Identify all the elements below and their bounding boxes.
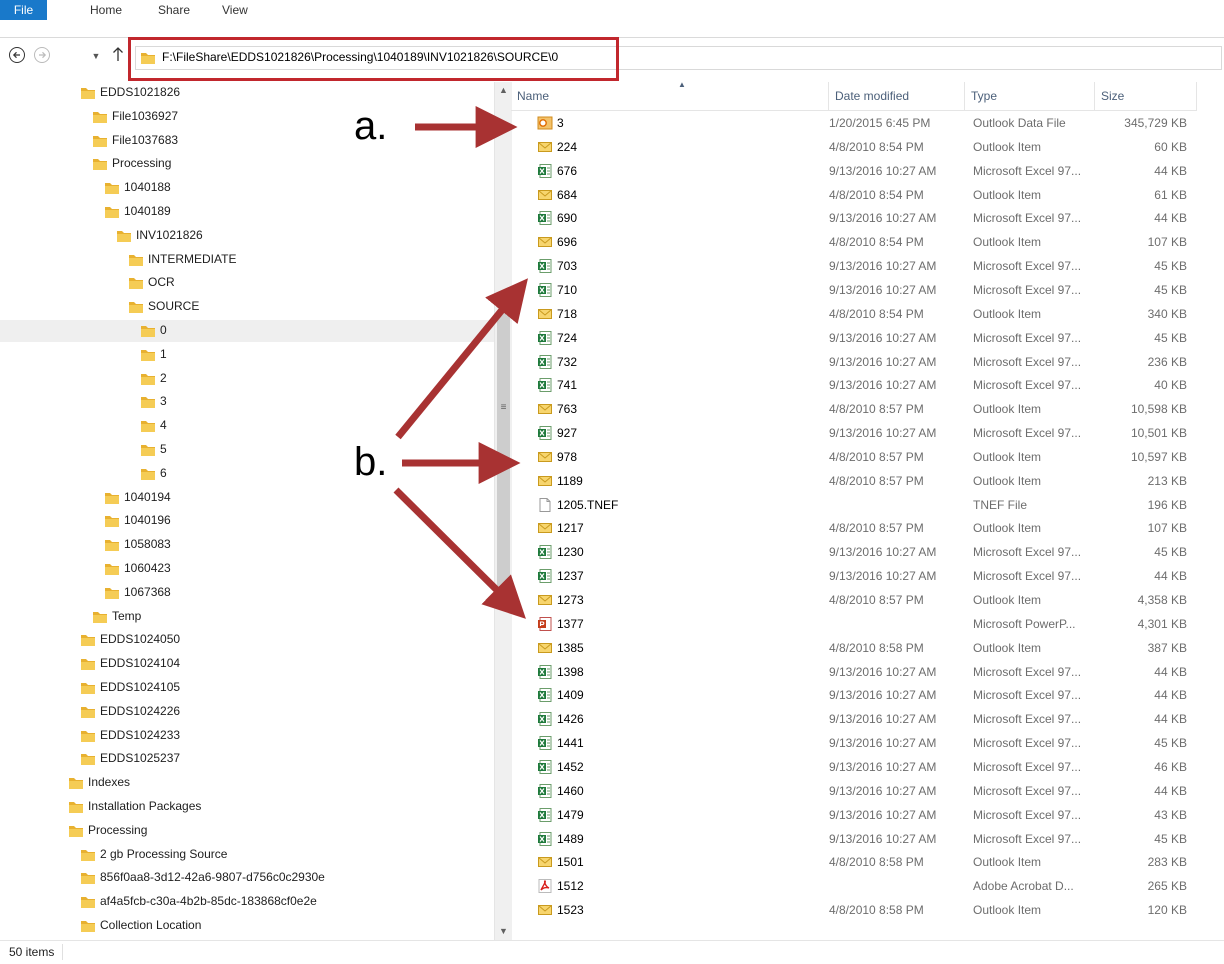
arrow-b-up bbox=[395, 278, 528, 440]
annotation-arrows bbox=[393, 106, 528, 619]
arrow-b-down bbox=[393, 487, 526, 619]
